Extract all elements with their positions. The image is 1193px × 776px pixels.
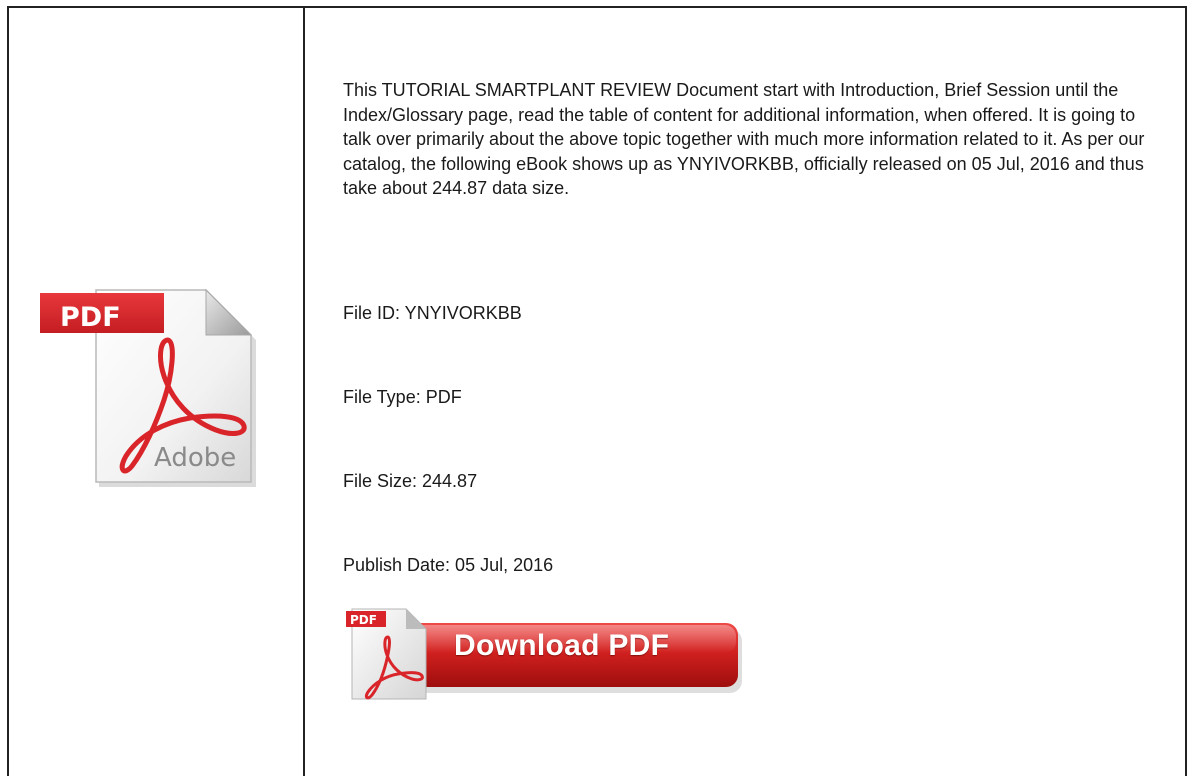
svg-text:PDF: PDF (350, 613, 377, 627)
pdf-document-icon: PDF Adobe (40, 280, 265, 500)
document-description: This TUTORIAL SMARTPLANT REVIEW Document… (343, 80, 1145, 198)
adobe-brand-text: Adobe (154, 443, 236, 473)
download-pdf-button[interactable]: PDF Download PDF (344, 603, 744, 701)
pdf-download-icon: PDF (346, 608, 427, 700)
file-size: File Size: 244.87 (343, 471, 478, 491)
download-button-label: Download PDF (454, 629, 670, 662)
pdf-badge-text: PDF (60, 302, 121, 333)
file-type: File Type: PDF (343, 387, 462, 407)
description-cell: This TUTORIAL SMARTPLANT REVIEW Document… (343, 78, 1163, 201)
column-divider (303, 6, 305, 776)
publish-date: Publish Date: 05 Jul, 2016 (343, 555, 554, 575)
file-id: File ID: YNYIVORKBB (343, 303, 522, 323)
